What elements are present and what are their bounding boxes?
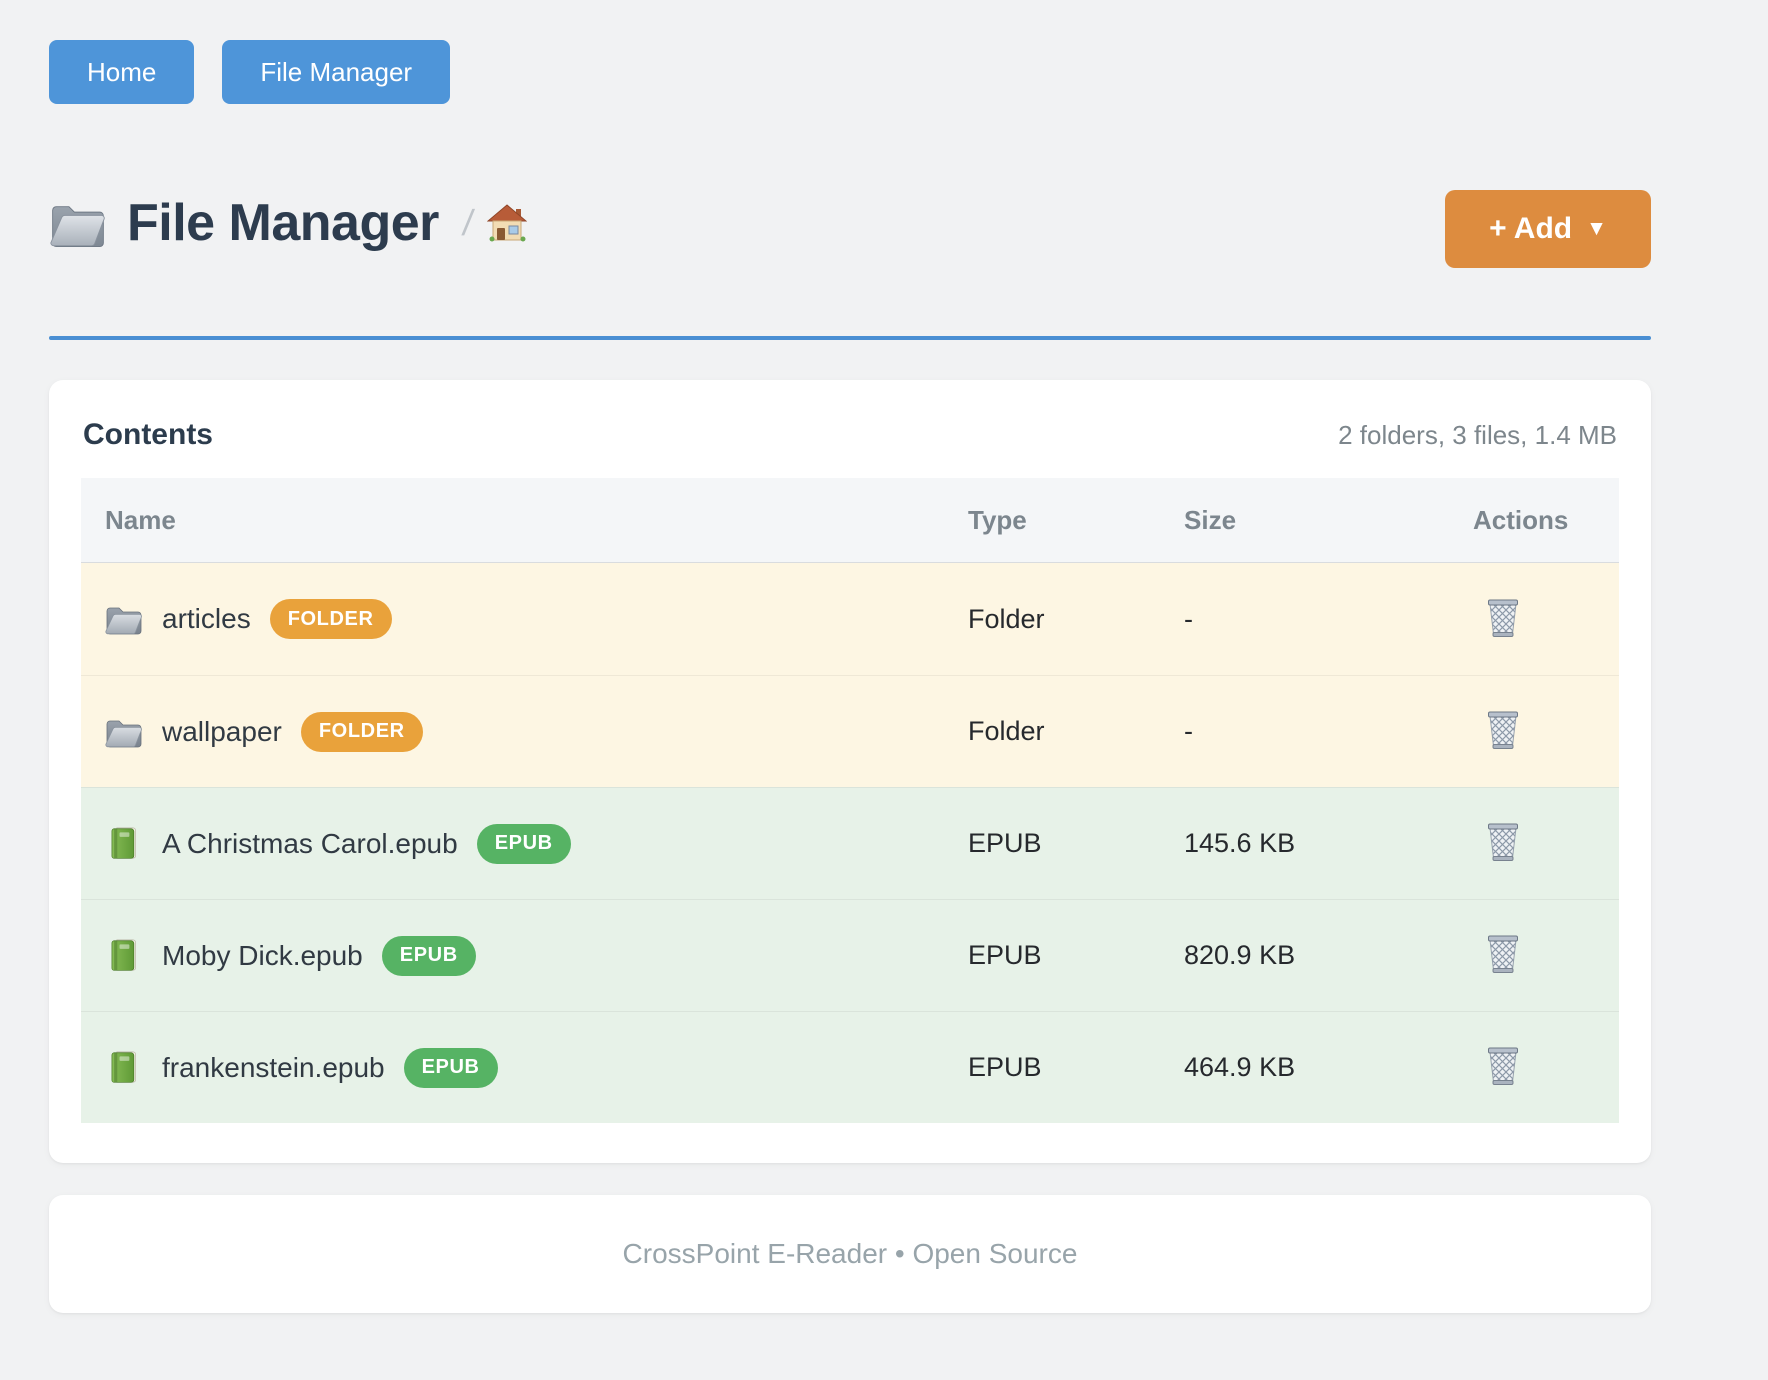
size-cell: 464.9 KB: [1184, 1052, 1473, 1083]
file-name: articles: [162, 603, 251, 635]
nav-file-manager-button[interactable]: File Manager: [222, 40, 450, 104]
table-row[interactable]: Moby Dick.epub EPUB EPUB 820.9 KB: [81, 899, 1619, 1011]
nav-home-button[interactable]: Home: [49, 40, 194, 104]
file-table: Name Type Size Actions: [81, 478, 1619, 1123]
contents-card: Contents 2 folders, 3 files, 1.4 MB Name…: [49, 380, 1651, 1163]
type-badge: EPUB: [477, 824, 571, 864]
actions-cell: [1473, 596, 1619, 643]
actions-cell: [1473, 708, 1619, 755]
table-row[interactable]: wallpaper FOLDER Folder -: [81, 675, 1619, 787]
add-button[interactable]: + Add ▼: [1445, 190, 1651, 268]
card-header: Contents 2 folders, 3 files, 1.4 MB: [81, 418, 1619, 452]
header-divider: [49, 336, 1651, 340]
type-badge: EPUB: [404, 1048, 498, 1088]
folder-icon: [105, 602, 143, 636]
type-badge: FOLDER: [270, 599, 392, 639]
table-row[interactable]: A Christmas Carol.epub EPUB EPUB 145.6 K…: [81, 787, 1619, 899]
wastebasket-icon[interactable]: [1485, 708, 1521, 750]
type-badge: FOLDER: [301, 712, 423, 752]
house-icon[interactable]: [487, 204, 527, 242]
book-icon: [105, 1051, 143, 1085]
type-cell: EPUB: [968, 1052, 1184, 1083]
column-size: Size: [1184, 505, 1473, 536]
size-cell: 145.6 KB: [1184, 828, 1473, 859]
top-nav: Home File Manager: [49, 0, 1651, 104]
footer: CrossPoint E-Reader • Open Source: [49, 1195, 1651, 1313]
type-cell: Folder: [968, 716, 1184, 747]
actions-cell: [1473, 932, 1619, 979]
caret-down-icon: ▼: [1586, 217, 1607, 241]
name-cell: A Christmas Carol.epub EPUB: [81, 824, 968, 864]
page-title: File Manager: [127, 193, 439, 253]
wastebasket-icon[interactable]: [1485, 1044, 1521, 1086]
contents-summary: 2 folders, 3 files, 1.4 MB: [1338, 420, 1617, 451]
table-body: articles FOLDER Folder -: [81, 563, 1619, 1123]
file-name: Moby Dick.epub: [162, 940, 363, 972]
column-actions: Actions: [1473, 505, 1619, 536]
type-cell: EPUB: [968, 828, 1184, 859]
page-container: Home File Manager File Manager /: [49, 0, 1651, 1313]
file-name: frankenstein.epub: [162, 1052, 385, 1084]
type-badge: EPUB: [382, 936, 476, 976]
file-name: A Christmas Carol.epub: [162, 828, 458, 860]
size-cell: 820.9 KB: [1184, 940, 1473, 971]
add-button-label: + Add: [1489, 212, 1572, 246]
table-row[interactable]: frankenstein.epub EPUB EPUB 464.9 KB: [81, 1011, 1619, 1123]
footer-text: CrossPoint E-Reader • Open Source: [623, 1238, 1078, 1270]
wastebasket-icon[interactable]: [1485, 932, 1521, 974]
card-title: Contents: [83, 418, 213, 452]
size-cell: -: [1184, 716, 1473, 747]
page-header: File Manager / + Add ▼: [49, 184, 1651, 262]
breadcrumb-separator: /: [460, 202, 476, 244]
name-cell: Moby Dick.epub EPUB: [81, 936, 968, 976]
name-cell: wallpaper FOLDER: [81, 712, 968, 752]
table-header: Name Type Size Actions: [81, 478, 1619, 563]
wastebasket-icon[interactable]: [1485, 820, 1521, 862]
type-cell: Folder: [968, 604, 1184, 635]
type-cell: EPUB: [968, 940, 1184, 971]
actions-cell: [1473, 1044, 1619, 1091]
open-folder-icon: [49, 197, 107, 249]
folder-icon: [105, 715, 143, 749]
name-cell: articles FOLDER: [81, 599, 968, 639]
table-row[interactable]: articles FOLDER Folder -: [81, 563, 1619, 675]
name-cell: frankenstein.epub EPUB: [81, 1048, 968, 1088]
size-cell: -: [1184, 604, 1473, 635]
book-icon: [105, 827, 143, 861]
book-icon: [105, 939, 143, 973]
wastebasket-icon[interactable]: [1485, 596, 1521, 638]
actions-cell: [1473, 820, 1619, 867]
column-name: Name: [81, 505, 968, 536]
column-type: Type: [968, 505, 1184, 536]
file-name: wallpaper: [162, 716, 282, 748]
